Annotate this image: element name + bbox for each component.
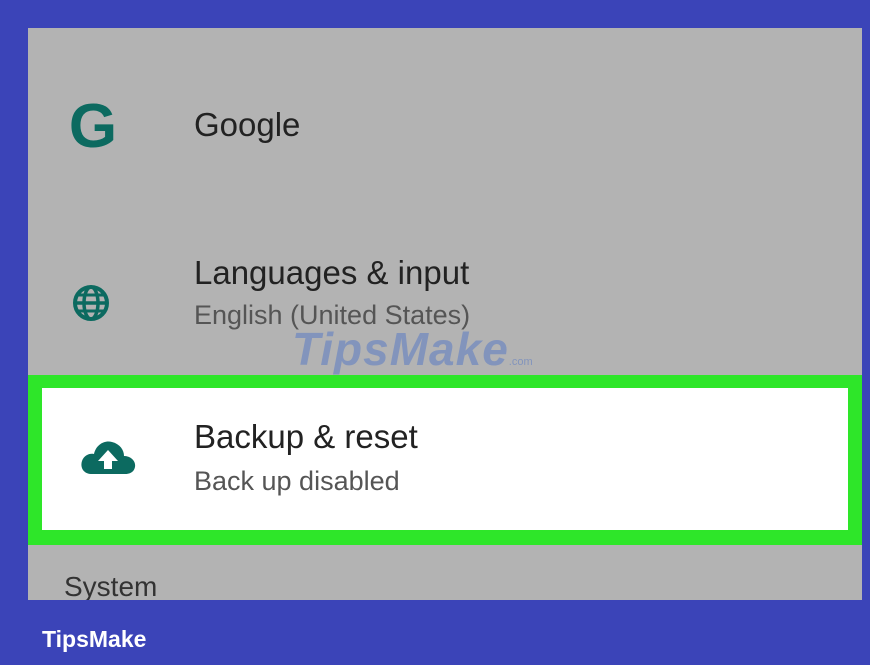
settings-item-title: Backup & reset <box>194 418 418 455</box>
settings-item-title: Languages & input <box>194 254 470 291</box>
settings-item-title: Google <box>194 106 301 143</box>
highlight-border: Backup & reset Back up disabled <box>28 375 862 545</box>
settings-item-subtitle: Back up disabled <box>194 466 400 496</box>
watermark-text: TipsMake <box>292 323 509 375</box>
globe-icon <box>66 278 116 328</box>
settings-item-google[interactable]: G Google <box>28 68 862 188</box>
footer-brand-label: TipsMake <box>42 626 147 652</box>
cloud-upload-icon <box>78 434 138 480</box>
watermark: TipsMake.com <box>292 322 533 376</box>
section-header-system: System <box>64 571 158 600</box>
watermark-suffix: .com <box>508 356 533 368</box>
settings-screen: G Google Languages & input English (Unit… <box>28 28 862 600</box>
google-g-icon: G <box>68 92 118 161</box>
settings-item-backup-reset[interactable]: Backup & reset Back up disabled <box>42 388 848 530</box>
